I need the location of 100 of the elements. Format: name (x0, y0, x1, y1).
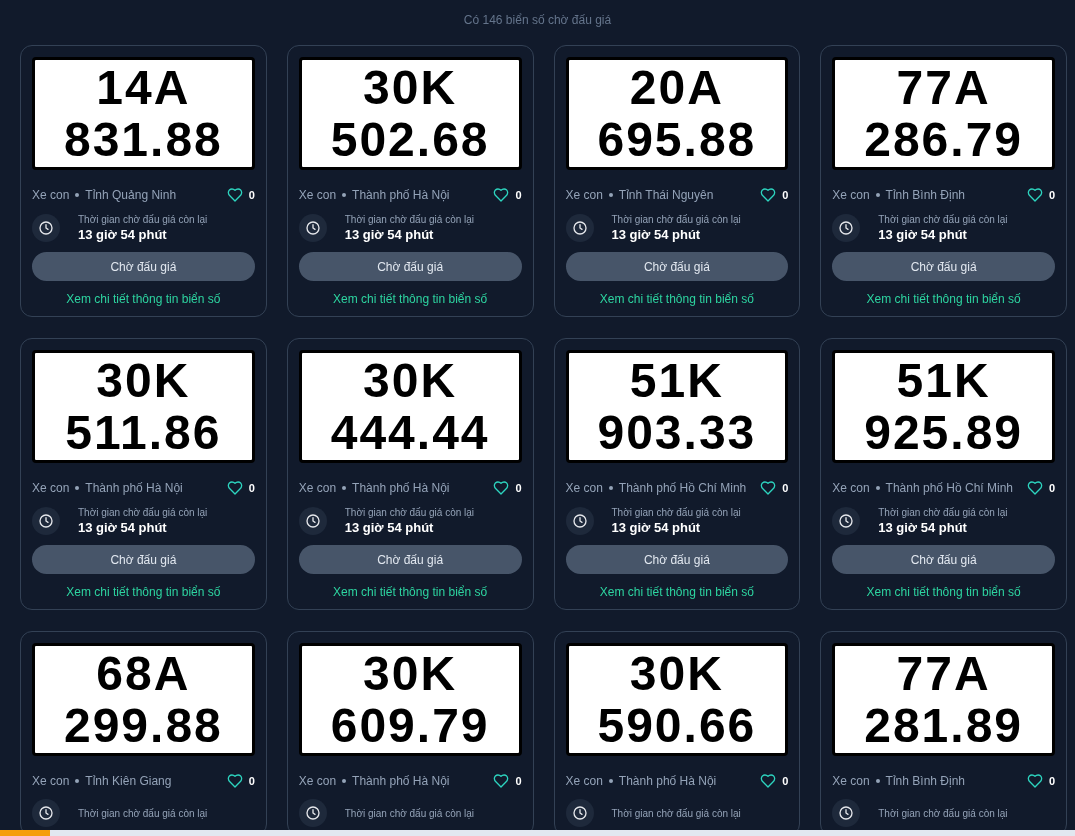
bullet-icon (342, 486, 347, 490)
like-count: 0 (1048, 773, 1055, 789)
plate-series: 51K (896, 354, 991, 407)
detail-link[interactable]: Xem chi tiết thông tin biển số (565, 290, 789, 308)
clock-icon (32, 799, 60, 827)
clock-icon (832, 799, 861, 827)
heart-icon[interactable] (226, 773, 243, 789)
status-button[interactable]: Chờ đấu giá (565, 252, 789, 281)
time-remaining: 13 giờ 54 phút (78, 226, 168, 243)
bullet-icon (75, 779, 80, 783)
time-remaining: 13 giờ 54 phút (611, 226, 702, 243)
plate-number: 590.66 (597, 699, 757, 752)
time-remaining: 13 giờ 54 phút (611, 519, 702, 536)
plate-series: 30K (96, 354, 191, 407)
timer-label: Thời gian chờ đấu giá còn lại (611, 506, 741, 519)
plate-series: 77A (896, 647, 991, 700)
plate-series: 68A (96, 647, 191, 700)
clock-icon (565, 507, 594, 535)
status-button[interactable]: Chờ đấu giá (32, 545, 255, 574)
plate-series: 51K (629, 354, 724, 407)
vehicle-type: Xe con (832, 480, 870, 497)
heart-icon[interactable] (493, 480, 510, 496)
province: Thành phố Hà Nội (352, 480, 450, 497)
detail-link[interactable]: Xem chi tiết thông tin biển số (32, 290, 255, 308)
clock-icon (565, 214, 594, 242)
clock-icon (298, 214, 327, 242)
vehicle-type: Xe con (565, 187, 603, 204)
heart-icon[interactable] (760, 773, 777, 789)
status-button[interactable]: Chờ đấu giá (32, 252, 255, 281)
time-remaining: 13 giờ 54 phút (78, 519, 168, 536)
timer-label: Thời gian chờ đấu giá còn lại (878, 213, 1008, 226)
timer-label: Thời gian chờ đấu giá còn lại (78, 806, 208, 820)
status-button[interactable]: Chờ đấu giá (298, 545, 522, 574)
plate-number: 695.88 (597, 113, 757, 166)
province: Tỉnh Thái Nguyên (618, 187, 714, 204)
heart-icon[interactable] (226, 187, 243, 203)
plate-series: 30K (363, 61, 458, 114)
bullet-icon (608, 486, 613, 490)
heart-icon[interactable] (1026, 773, 1043, 789)
province: Tỉnh Kiên Giang (85, 773, 172, 790)
vehicle-type: Xe con (565, 480, 603, 497)
plate-number: 444.44 (330, 406, 490, 459)
time-remaining: 13 giờ 54 phút (344, 519, 435, 536)
timer-label: Thời gian chờ đấu giá còn lại (344, 806, 475, 820)
vehicle-type: Xe con (32, 773, 70, 790)
province: Thành phố Hồ Chí Minh (885, 480, 1013, 497)
detail-link[interactable]: Xem chi tiết thông tin biển số (298, 583, 522, 601)
vehicle-type: Xe con (298, 480, 337, 497)
clock-icon (298, 507, 327, 535)
timer-label: Thời gian chờ đấu giá còn lại (611, 213, 741, 226)
vehicle-type: Xe con (298, 187, 337, 204)
plate-number: 511.86 (65, 406, 222, 459)
like-count: 0 (515, 480, 522, 496)
heart-icon[interactable] (1026, 187, 1043, 203)
heart-icon[interactable] (1026, 480, 1043, 496)
plate-series: 30K (363, 354, 458, 407)
time-remaining: 13 giờ 54 phút (344, 226, 435, 243)
like-count: 0 (1048, 480, 1055, 496)
heart-icon[interactable] (226, 480, 243, 496)
status-button[interactable]: Chờ đấu giá (832, 252, 1055, 281)
heart-icon[interactable] (760, 480, 777, 496)
vehicle-type: Xe con (298, 773, 337, 790)
heart-icon[interactable] (493, 187, 510, 203)
time-remaining: 13 giờ 54 phút (878, 519, 968, 536)
status-button[interactable]: Chờ đấu giá (565, 545, 789, 574)
like-count: 0 (248, 187, 255, 203)
plate-series: 30K (629, 647, 724, 700)
timer-label: Thời gian chờ đấu giá còn lại (878, 806, 1008, 820)
plate-number: 831.88 (63, 113, 223, 166)
vehicle-type: Xe con (832, 773, 870, 790)
province: Thành phố Hồ Chí Minh (618, 480, 747, 497)
timer-label: Thời gian chờ đấu giá còn lại (344, 213, 475, 226)
heart-icon[interactable] (760, 187, 777, 203)
auction-count: Có 146 biển số chờ đấu giá (463, 12, 612, 29)
province: Thành phố Hà Nội (85, 480, 183, 497)
detail-link[interactable]: Xem chi tiết thông tin biển số (32, 583, 255, 601)
detail-link[interactable]: Xem chi tiết thông tin biển số (832, 290, 1055, 308)
status-button[interactable]: Chờ đấu giá (832, 545, 1055, 574)
heart-icon[interactable] (493, 773, 510, 789)
clock-icon (32, 507, 60, 535)
like-count: 0 (515, 187, 522, 203)
time-remaining: 13 giờ 54 phút (878, 226, 968, 243)
plate-series: 77A (896, 61, 991, 114)
timer-label: Thời gian chờ đấu giá còn lại (878, 506, 1008, 519)
detail-link[interactable]: Xem chi tiết thông tin biển số (832, 583, 1055, 601)
bullet-icon (608, 193, 613, 197)
status-button[interactable]: Chờ đấu giá (298, 252, 522, 281)
province: Tỉnh Bình Định (885, 773, 965, 790)
plate-number: 502.68 (330, 113, 490, 166)
detail-link[interactable]: Xem chi tiết thông tin biển số (565, 583, 789, 601)
like-count: 0 (1048, 187, 1055, 203)
plate-number: 286.79 (864, 113, 1024, 166)
plate-series: 20A (629, 61, 724, 114)
detail-link[interactable]: Xem chi tiết thông tin biển số (298, 290, 522, 308)
timer-label: Thời gian chờ đấu giá còn lại (78, 213, 208, 226)
like-count: 0 (782, 773, 789, 789)
bullet-icon (875, 779, 880, 783)
like-count: 0 (782, 187, 789, 203)
timer-label: Thời gian chờ đấu giá còn lại (344, 506, 475, 519)
clock-icon (298, 799, 327, 827)
